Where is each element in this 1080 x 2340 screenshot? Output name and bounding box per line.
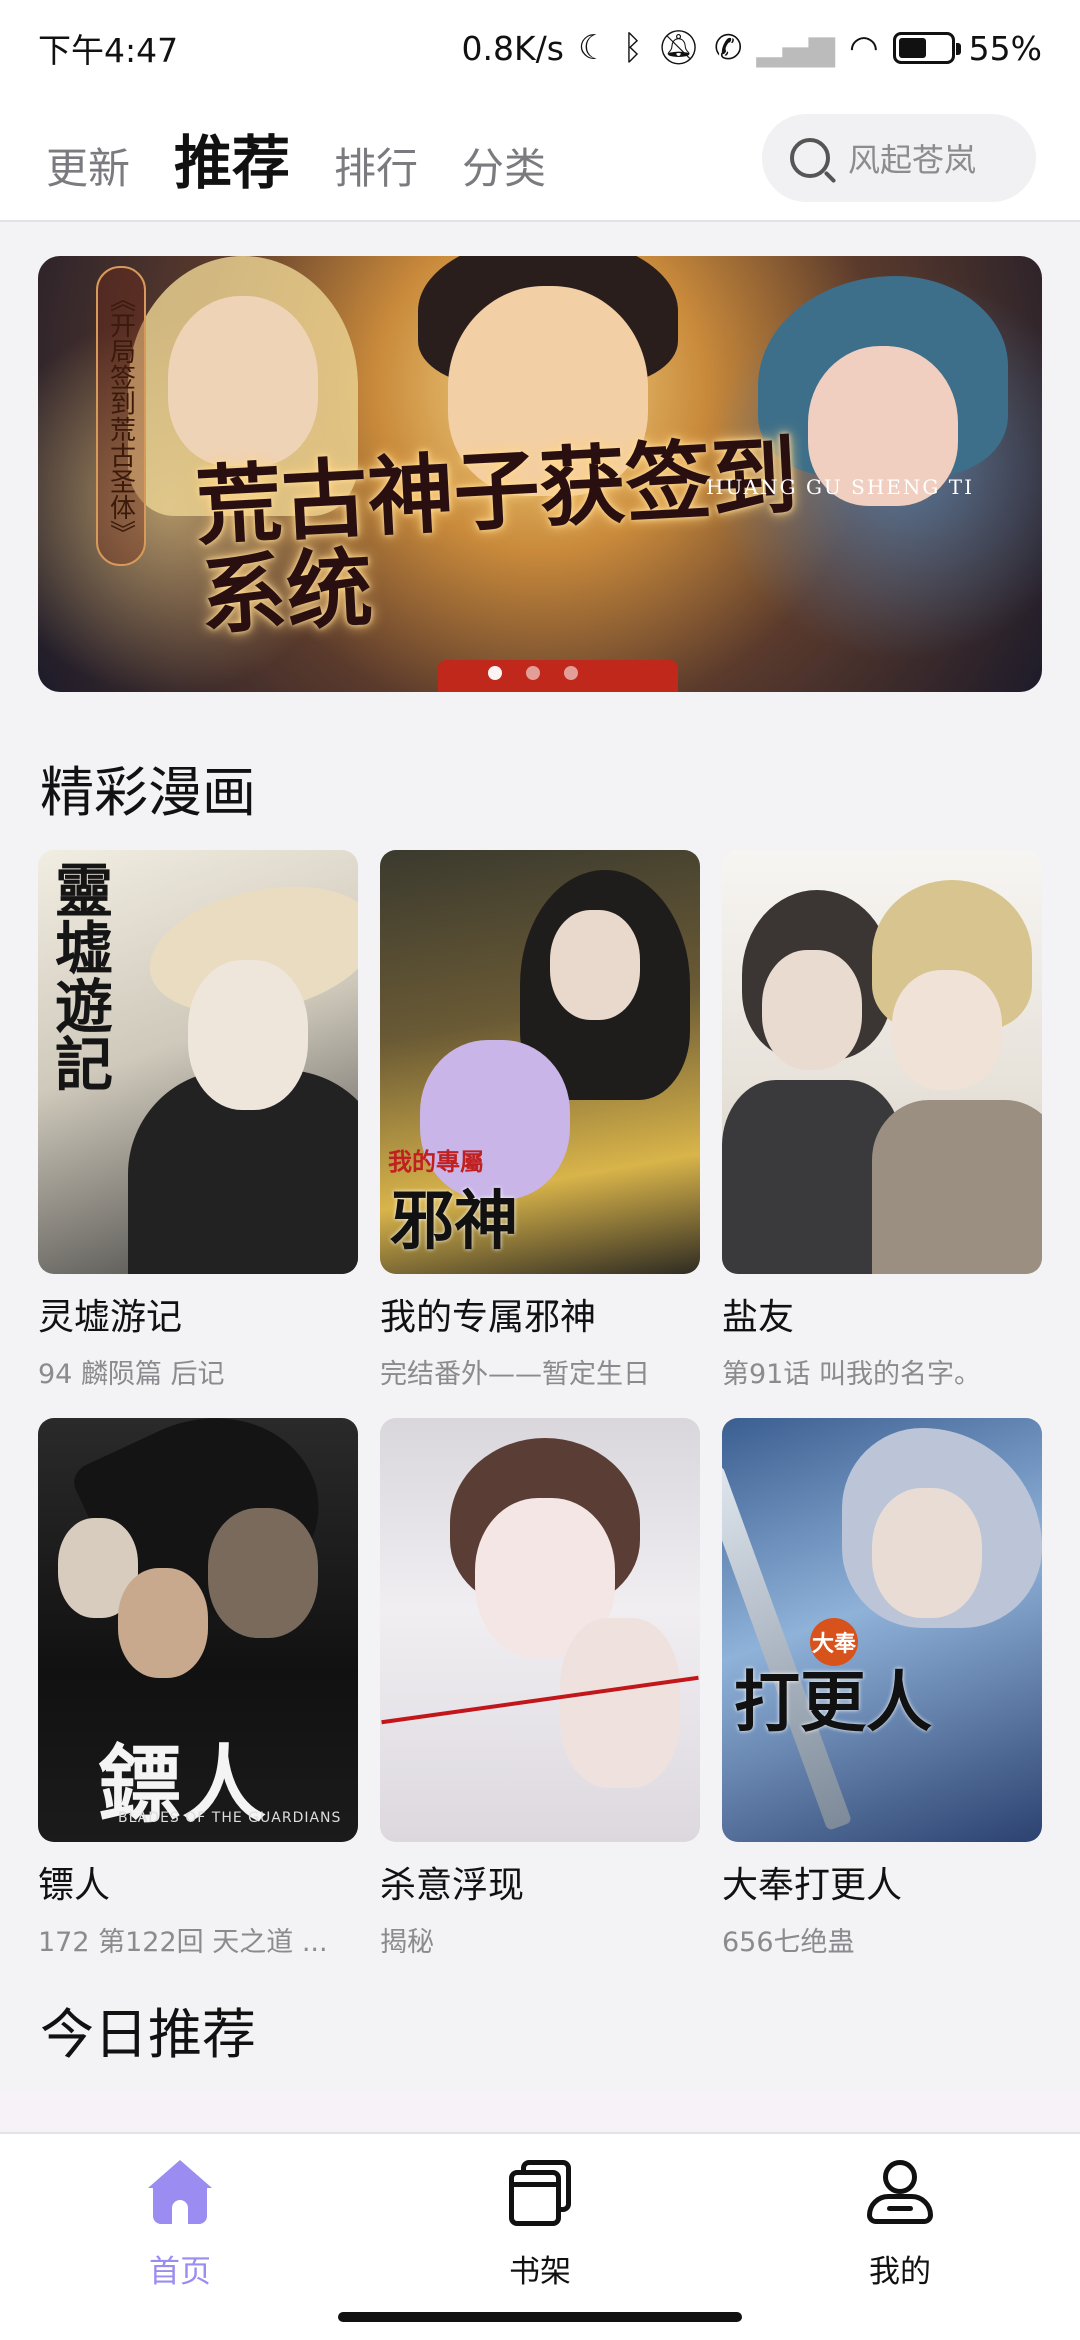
bottom-nav: 首页 书架 我的 [0,2132,1080,2340]
tab-category[interactable]: 分类 [462,135,546,196]
comic-latest-chapter: 656七绝蛊 [722,1927,855,1958]
comic-card[interactable]: 靈墟遊記 灵墟游记 94 麟陨篇 后记 [38,850,358,1391]
comic-title: 镖人 [38,1865,111,1906]
comic-cover[interactable]: 我的專屬 邪神 [380,850,700,1274]
cover-art-face-middle [118,1568,208,1678]
banner-dot-1[interactable] [488,666,502,680]
comic-latest-chapter: 172 第122回 天之道 ... [38,1927,328,1958]
status-bar: 下午4:47 0.8K/s ☾ ᛒ 🔕︎ ✆ ▂▄▆ ◠ 55% [0,0,1080,96]
banner-title-art: 荒古神子获签到系统 [193,425,800,648]
comic-latest-chapter: 94 麟陨篇 后记 [38,1359,225,1390]
top-header: 更新 推荐 排行 分类 风起苍岚 [0,96,1080,222]
cover-art-face [872,1488,982,1618]
today-recommend-preview [0,2090,1080,2130]
cover-art-face-main [208,1508,318,1638]
status-time: 下午4:47 [38,31,179,70]
banner-pinyin: HUANG GU SHENG TI [706,475,974,499]
tab-updates[interactable]: 更新 [46,135,130,196]
battery-percent: 55% [968,28,1042,68]
comic-card[interactable]: 杀意浮现 揭秘 [380,1418,700,1959]
search-input[interactable]: 风起苍岚 [762,114,1036,202]
bookshelf-icon [505,2160,575,2226]
cover-art-body-right [872,1100,1042,1274]
comic-latest-chapter: 完结番外——暂定生日 [380,1359,650,1390]
nav-bookshelf-label: 书架 [509,2254,571,2290]
cover-art-hand [560,1618,680,1788]
user-icon [865,2160,935,2226]
comic-card[interactable]: 我的專屬 邪神 我的专属邪神 完结番外——暂定生日 [380,850,700,1391]
comic-title: 灵墟游记 [38,1297,183,1338]
banner-carousel[interactable]: 《开局签到荒古圣体》 荒古神子获签到系统 HUANG GU SHENG TI [38,256,1042,692]
tab-ranking[interactable]: 排行 [334,135,418,196]
tab-recommend[interactable]: 推荐 [174,116,290,200]
search-placeholder: 风起苍岚 [848,141,977,179]
banner-dot-2[interactable] [526,666,540,680]
comic-grid-row-2: 鏢人 BLADES OF THE GUARDIANS 镖人 172 第122回 … [38,1418,1042,1959]
status-icons: 0.8K/s ☾ ᛒ 🔕︎ ✆ ▂▄▆ ◠ 55% [462,29,1042,68]
cover-art-face [188,960,308,1110]
cover-art-face [550,910,640,1020]
comic-card[interactable]: 鏢人 BLADES OF THE GUARDIANS 镖人 172 第122回 … [38,1418,358,1959]
comic-cover[interactable]: 靈墟遊記 [38,850,358,1274]
comic-cover[interactable] [722,850,1042,1274]
gesture-bar[interactable] [338,2312,742,2322]
cover-small-text: BLADES OF THE GUARDIANS [118,1810,342,1826]
comic-latest-chapter: 第91话 叫我的名字。 [722,1359,981,1390]
comic-cover[interactable] [380,1418,700,1842]
search-icon [790,138,830,178]
banner-dot-3[interactable] [564,666,578,680]
banner-face-left [168,296,318,466]
cover-title-art: 打更人 [734,1663,932,1741]
section-title-featured: 精彩漫画 [40,761,256,824]
network-speed: 0.8K/s [461,28,564,68]
battery-icon [892,32,961,64]
comic-cover[interactable]: 鏢人 BLADES OF THE GUARDIANS [38,1418,358,1842]
mute-bell-icon: 🔕︎ [656,28,701,68]
comic-title: 大奉打更人 [722,1865,903,1906]
comic-cover[interactable]: 大奉 打更人 [722,1418,1042,1842]
comic-title: 杀意浮现 [380,1865,525,1906]
nav-profile-label: 我的 [869,2254,931,2290]
moon-icon: ☾ [577,28,609,68]
cover-art-face-right [892,970,1002,1090]
comic-title: 盐友 [722,1297,795,1338]
banner-page-dots [488,666,578,680]
bluetooth-icon: ᛒ [622,28,643,68]
cover-title-art: 靈墟遊記 [45,860,113,1092]
comic-title: 我的专属邪神 [380,1297,597,1338]
cover-title-art: 邪神 [390,1184,518,1259]
comic-latest-chapter: 揭秘 [380,1927,434,1958]
home-icon [145,2160,215,2226]
nav-home[interactable]: 首页 [0,2134,360,2340]
section-title-today: 今日推荐 [40,2003,256,2066]
cover-badge: 大奉 [810,1618,858,1666]
signal-icon: ▂▄▆ [756,28,835,68]
comic-grid-row-1: 靈墟遊記 灵墟游记 94 麟陨篇 后记 我的專屬 邪神 我的专属邪神 完结番外—… [38,850,1042,1391]
comic-card[interactable]: 盐友 第91话 叫我的名字。 [722,850,1042,1391]
nav-bookshelf[interactable]: 书架 [360,2134,720,2340]
nav-profile[interactable]: 我的 [720,2134,1080,2340]
banner-side-label: 《开局签到荒古圣体》 [96,266,146,566]
call-icon: ✆ [714,28,743,68]
wifi-icon: ◠ [848,28,879,68]
nav-home-label: 首页 [149,2254,211,2290]
cover-art-face-left [762,950,862,1070]
comic-card[interactable]: 大奉 打更人 大奉打更人 656七绝蛊 [722,1418,1042,1959]
top-tabs: 更新 推荐 排行 分类 [46,116,546,200]
